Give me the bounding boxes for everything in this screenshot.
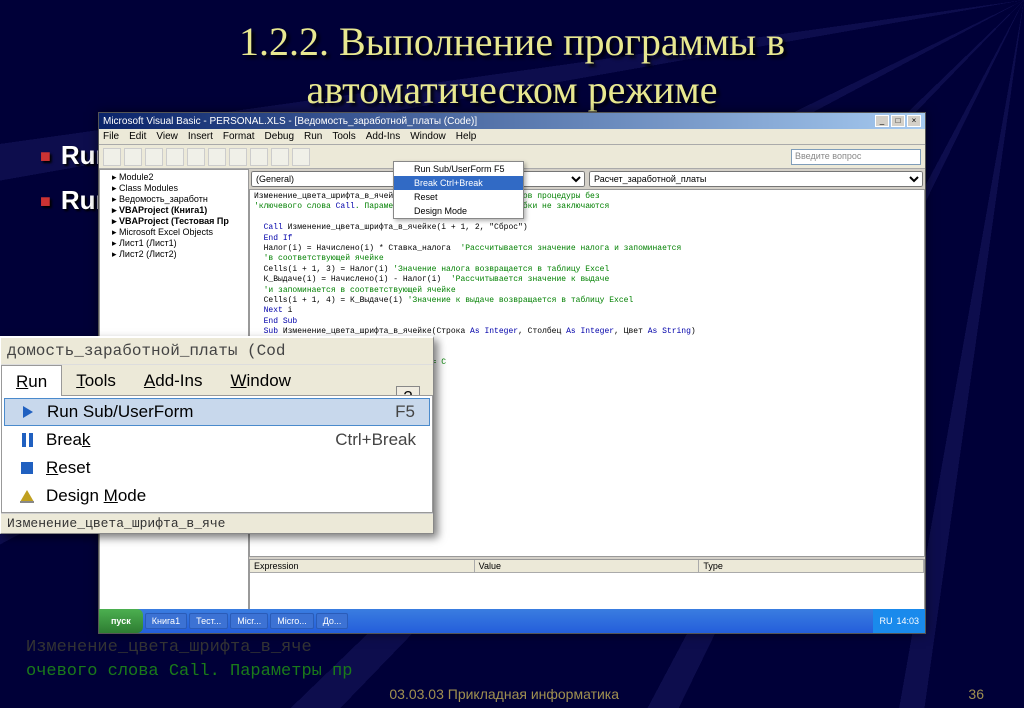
tab-add-ins[interactable]: Add-Ins	[130, 365, 217, 396]
tree-node[interactable]: ▸ VBAProject (Книга1)	[102, 205, 246, 216]
menu-item-break[interactable]: BreakCtrl+Break	[2, 426, 432, 454]
stop-icon	[8, 462, 46, 474]
locals-col-value: Value	[475, 560, 700, 572]
menu-window[interactable]: Window	[410, 131, 446, 142]
tree-node[interactable]: ▸ Microsoft Excel Objects	[102, 227, 246, 238]
tree-node[interactable]: ▸ Class Modules	[102, 183, 246, 194]
run-menu-dropdown-small[interactable]: Run Sub/UserForm F5Break Ctrl+BreakReset…	[393, 161, 524, 219]
menu-debug[interactable]: Debug	[265, 131, 294, 142]
code-snippet-bottom: Изменение_цвета_шрифта_в_яче очевого сло…	[26, 636, 352, 684]
play-icon	[9, 406, 47, 418]
design-icon	[8, 490, 46, 502]
pause-icon	[8, 433, 46, 447]
menu-item-run-sub-userform[interactable]: Run Sub/UserFormF5	[4, 398, 430, 426]
tab-tools[interactable]: Tools	[62, 365, 130, 396]
menu-item-shortcut: F5	[395, 402, 425, 422]
menu-format[interactable]: Format	[223, 131, 255, 142]
ide-title-text: Microsoft Visual Basic - PERSONAL.XLS - …	[103, 116, 477, 127]
menu-item-shortcut: Ctrl+Break	[335, 430, 426, 450]
minimize-button[interactable]: _	[875, 115, 889, 127]
tab-run[interactable]: Run	[1, 365, 62, 396]
run-item-reset[interactable]: Reset	[394, 190, 523, 204]
menu-item-label: Design Mode	[46, 486, 416, 506]
taskbar[interactable]: пуск Книга1Тест...Micr...Micro...До... R…	[99, 609, 925, 633]
run-menu-window: домость_заработной_платы (Соd RunToolsAd…	[0, 336, 434, 534]
menu-add-ins[interactable]: Add-Ins	[366, 131, 400, 142]
menu-run[interactable]: Run	[304, 131, 322, 142]
system-tray[interactable]: RU 14:03	[873, 609, 925, 633]
taskbar-item[interactable]: Книга1	[145, 613, 187, 629]
taskbar-item[interactable]: До...	[316, 613, 349, 629]
taskbar-item[interactable]: Micro...	[270, 613, 314, 629]
maximize-button[interactable]: □	[891, 115, 905, 127]
code-fragment-1: Изменение_цвета_шрифта_в_яче	[1, 513, 433, 533]
run-item-design-mode[interactable]: Design Mode	[394, 204, 523, 218]
menu-edit[interactable]: Edit	[129, 131, 146, 142]
slide-title: 1.2.2. Выполнение программы в автоматиче…	[0, 18, 1024, 114]
close-button[interactable]: ×	[907, 115, 921, 127]
menu-item-label: Break	[46, 430, 335, 450]
menu-item-reset[interactable]: Reset	[2, 454, 432, 482]
menu-item-label: Reset	[46, 458, 416, 478]
tree-node[interactable]: ▸ VBAProject (Тестовая Пр	[102, 216, 246, 227]
tree-node[interactable]: ▸ Module2	[102, 172, 246, 183]
menu-insert[interactable]: Insert	[188, 131, 213, 142]
lang-indicator[interactable]: RU	[879, 616, 892, 626]
menu-help[interactable]: Help	[456, 131, 477, 142]
slide-footer: 03.03.03 Прикладная информатика 36	[0, 686, 1024, 702]
run-item-break[interactable]: Break Ctrl+Break	[394, 176, 523, 190]
locals-col-type: Type	[699, 560, 924, 572]
start-button[interactable]: пуск	[99, 609, 143, 633]
menu-item-design-mode[interactable]: Design Mode	[2, 482, 432, 510]
run-dropdown[interactable]: Run Sub/UserFormF5BreakCtrl+BreakResetDe…	[1, 395, 433, 513]
procedure-combo[interactable]: Расчет_заработной_платы	[589, 171, 923, 187]
footer-text: 03.03.03 Прикладная информатика	[389, 686, 619, 702]
menu-view[interactable]: View	[156, 131, 178, 142]
slide-number: 36	[968, 686, 984, 702]
tree-node[interactable]: ▸ Лист2 (Лист2)	[102, 249, 246, 260]
taskbar-item[interactable]: Micr...	[230, 613, 268, 629]
tree-node[interactable]: ▸ Ведомость_заработн	[102, 194, 246, 205]
menu-tools[interactable]: Tools	[332, 131, 355, 142]
menu-item-label: Run Sub/UserForm	[47, 402, 395, 422]
tray-clock: 14:03	[896, 616, 919, 626]
run-item-run-sub-userform[interactable]: Run Sub/UserForm F5	[394, 162, 523, 176]
ide-titlebar: Microsoft Visual Basic - PERSONAL.XLS - …	[99, 113, 925, 129]
ask-question-box[interactable]: Введите вопрос	[791, 149, 921, 165]
menu-file[interactable]: File	[103, 131, 119, 142]
menu-window-title: домость_заработной_платы (Соd	[1, 338, 433, 364]
taskbar-item[interactable]: Тест...	[189, 613, 228, 629]
menu-bar[interactable]: RunToolsAdd-InsWindow	[1, 364, 433, 396]
tab-window[interactable]: Window	[216, 365, 304, 396]
tree-node[interactable]: ▸ Лист1 (Лист1)	[102, 238, 246, 249]
ide-menubar[interactable]: File Edit View Insert Format Debug Run Tools Add…	[99, 129, 925, 145]
locals-col-expr: Expression	[250, 560, 475, 572]
